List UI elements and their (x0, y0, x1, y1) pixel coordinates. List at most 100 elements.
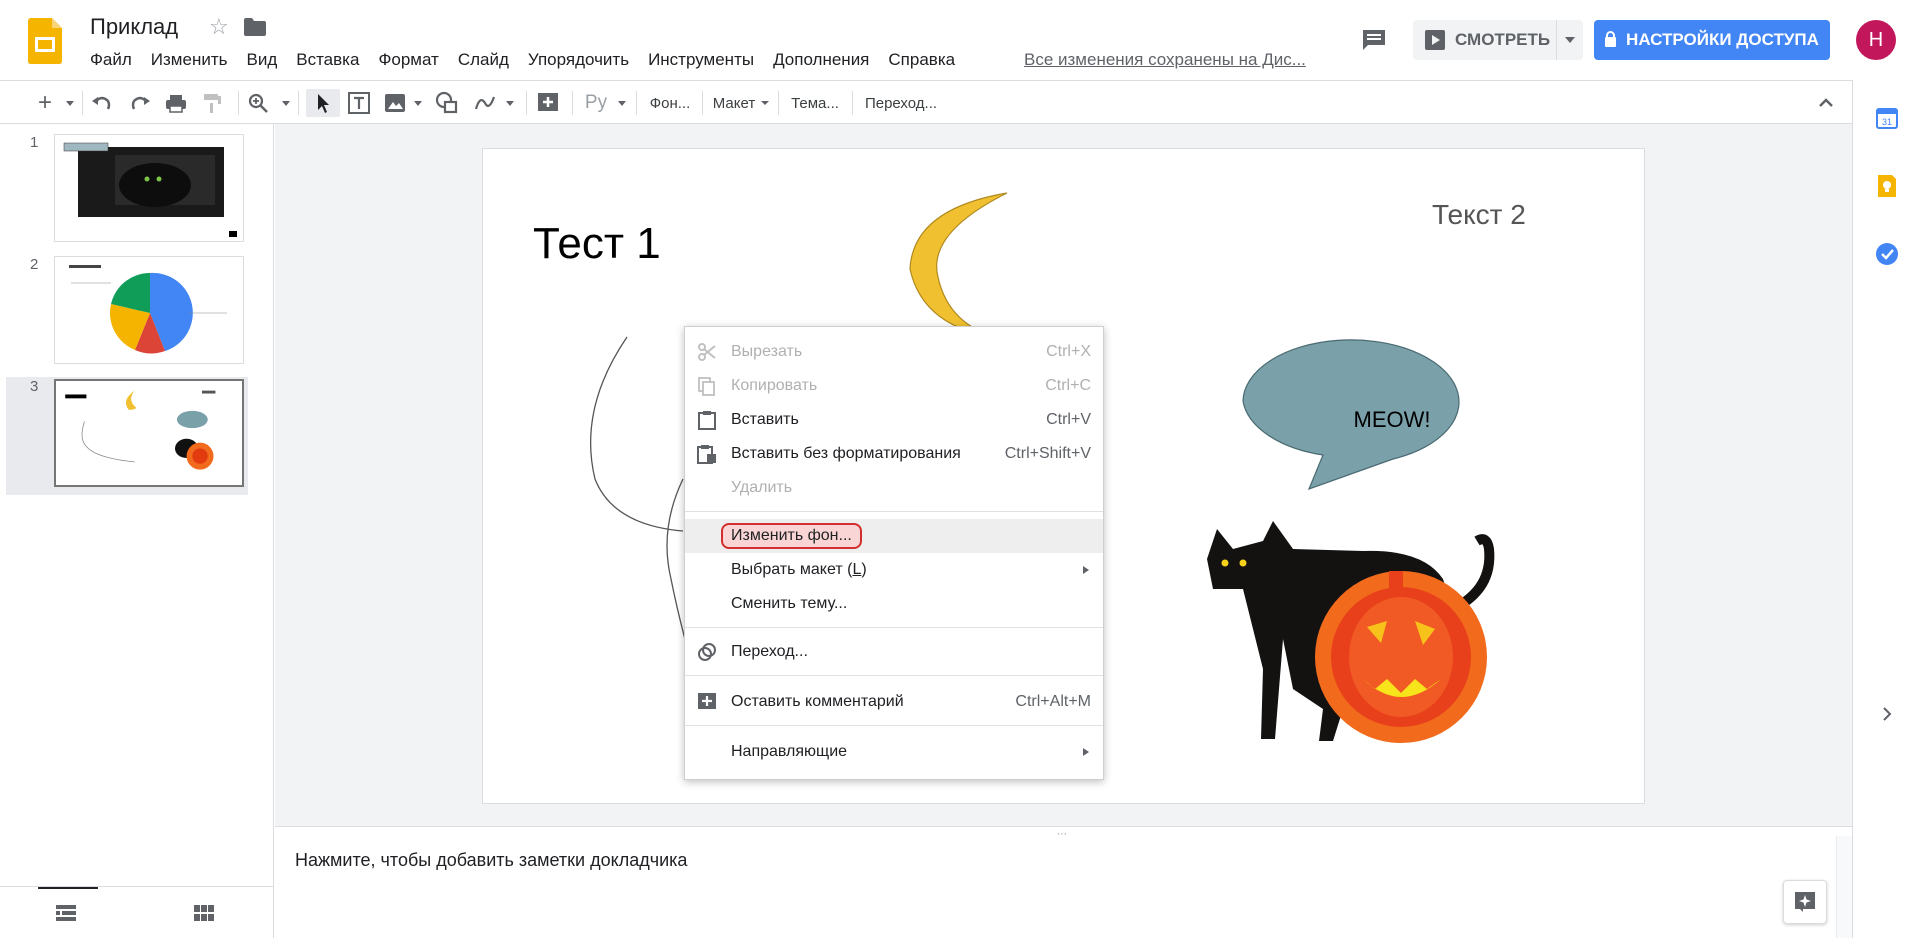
explore-sparkle-icon (1795, 892, 1815, 912)
expand-panel-chevron-icon[interactable] (1879, 706, 1895, 722)
menu-edit[interactable]: Изменить (151, 50, 228, 70)
menu-item-label: Сменить тему... (731, 595, 848, 612)
slide-thumbnail-3[interactable] (54, 379, 244, 487)
menu-item-shortcut: Ctrl+V (1046, 411, 1091, 428)
menu-item-label: Изменить фон... (721, 523, 862, 549)
share-label: НАСТРОЙКИ ДОСТУПА (1626, 30, 1819, 49)
theme-button[interactable]: Тема... (786, 89, 844, 117)
document-title[interactable]: Приклад (90, 14, 178, 40)
image-icon[interactable] (382, 89, 408, 117)
transition-button[interactable]: Переход... (860, 89, 942, 117)
menu-arrange[interactable]: Упорядочить (528, 50, 629, 70)
speech-bubble-text[interactable]: MEOW! (1312, 407, 1472, 433)
present-dropdown-button[interactable] (1556, 20, 1583, 60)
save-status-link[interactable]: Все изменения сохранены на Дис... (1024, 50, 1306, 70)
paint-format-icon[interactable] (200, 89, 224, 117)
print-icon[interactable] (164, 89, 188, 117)
zoom-dropdown[interactable] (280, 89, 292, 117)
background-button[interactable]: Фон... (644, 89, 696, 117)
folder-icon[interactable] (244, 18, 266, 36)
menu-item-delete[interactable]: Удалить (685, 471, 1103, 505)
comments-icon[interactable] (1361, 28, 1387, 52)
collapse-chevron-icon[interactable] (1814, 89, 1838, 117)
submenu-arrow-icon (1083, 566, 1089, 574)
menu-item-paste[interactable]: Вставить Ctrl+V (685, 403, 1103, 437)
star-icon[interactable]: ☆ (209, 14, 229, 40)
layout-dropdown[interactable] (760, 89, 770, 117)
menu-format[interactable]: Формат (378, 50, 438, 70)
layout-button[interactable]: Макет (710, 89, 758, 117)
menu-item-paste-plain[interactable]: Вставить без форматирования Ctrl+Shift+V (685, 437, 1103, 471)
image-dropdown[interactable] (412, 89, 424, 117)
explore-button[interactable] (1783, 880, 1827, 924)
cat-pumpkin-image (1198, 513, 1516, 749)
line-icon[interactable] (472, 89, 498, 117)
filmstrip-view-toggle (0, 886, 274, 938)
menu-help[interactable]: Справка (888, 50, 955, 70)
toolbar: + Ру Фон... Макет Тема... Переход... (0, 80, 1853, 124)
slide-number: 1 (30, 134, 39, 151)
share-button[interactable]: НАСТРОЙКИ ДОСТУПА (1594, 20, 1830, 60)
select-cursor-icon[interactable] (306, 89, 340, 117)
play-icon (1425, 30, 1445, 50)
calendar-icon[interactable]: 31 (1875, 106, 1899, 130)
redo-icon[interactable] (128, 89, 152, 117)
shape-icon[interactable] (434, 89, 460, 117)
menu-item-shortcut: Ctrl+C (1045, 377, 1091, 394)
notes-scrollbar[interactable] (1836, 836, 1852, 938)
menu-file[interactable]: Файл (90, 50, 132, 70)
menu-separator (685, 725, 1103, 726)
menu-insert[interactable]: Вставка (296, 50, 359, 70)
slide-filmstrip: 1 2 3 (0, 124, 274, 886)
zoom-icon[interactable] (246, 89, 270, 117)
menu-slide[interactable]: Слайд (458, 50, 509, 70)
menu-item-guides[interactable]: Направляющие (685, 735, 1103, 769)
slides-logo-icon[interactable] (28, 18, 62, 64)
avatar[interactable]: Н (1856, 20, 1896, 60)
lock-icon (1605, 31, 1617, 47)
undo-icon[interactable] (90, 89, 114, 117)
keep-icon[interactable] (1875, 174, 1899, 198)
submenu-arrow-icon (1083, 748, 1089, 756)
line-dropdown[interactable] (504, 89, 516, 117)
slide-thumbnail-1[interactable] (54, 134, 244, 242)
slide-thumbnail-2[interactable] (54, 256, 244, 364)
tasks-icon[interactable] (1875, 242, 1899, 266)
menu-bar: Файл Изменить Вид Вставка Формат Слайд У… (90, 50, 974, 70)
app-header: Приклад ☆ Файл Изменить Вид Вставка Форм… (0, 0, 1920, 80)
menu-view[interactable]: Вид (246, 50, 277, 70)
input-tools-dropdown[interactable] (616, 89, 628, 117)
menu-item-shortcut: Ctrl+X (1046, 343, 1091, 360)
list-view-icon[interactable] (56, 905, 76, 921)
add-comment-icon[interactable] (534, 89, 562, 117)
menu-tools[interactable]: Инструменты (648, 50, 754, 70)
svg-text:31: 31 (1882, 117, 1892, 127)
present-label: СМОТРЕТЬ (1455, 30, 1551, 49)
menu-item-add-comment[interactable]: Оставить комментарий Ctrl+Alt+M (685, 685, 1103, 719)
moon-shape (909, 192, 1008, 340)
menu-item-copy[interactable]: Копировать Ctrl+C (685, 369, 1103, 403)
slide-2-preview (69, 265, 227, 354)
menu-addons[interactable]: Дополнения (773, 50, 869, 70)
menu-item-change-background[interactable]: Изменить фон... (685, 519, 1103, 553)
new-slide-dropdown[interactable] (64, 89, 76, 117)
grid-view-icon[interactable] (194, 905, 214, 921)
text-box-icon[interactable] (346, 89, 372, 117)
menu-item-change-theme[interactable]: Сменить тему... (685, 587, 1103, 621)
menu-item-cut[interactable]: Вырезать Ctrl+X (685, 335, 1103, 369)
input-tools-label[interactable]: Ру (582, 89, 610, 117)
speaker-notes[interactable]: Нажмите, чтобы добавить заметки докладчи… (275, 836, 1852, 938)
side-panel: 31 (1852, 80, 1920, 938)
menu-item-choose-layout[interactable]: Выбрать макет (L) (685, 553, 1103, 587)
speaker-notes-placeholder[interactable]: Нажмите, чтобы добавить заметки докладчи… (295, 850, 687, 871)
menu-separator (685, 675, 1103, 676)
menu-item-label: Выбрать макет (L) (731, 561, 867, 578)
slide-3-preview (65, 390, 216, 470)
scissors-icon (698, 343, 716, 361)
menu-item-label: Направляющие (731, 743, 848, 760)
add-comment-icon (698, 693, 716, 709)
menu-item-transition[interactable]: Переход... (685, 635, 1103, 669)
notes-resize-handle[interactable]: ⋯ (275, 826, 1852, 840)
menu-separator (685, 511, 1103, 512)
new-slide-icon[interactable]: + (34, 89, 56, 117)
